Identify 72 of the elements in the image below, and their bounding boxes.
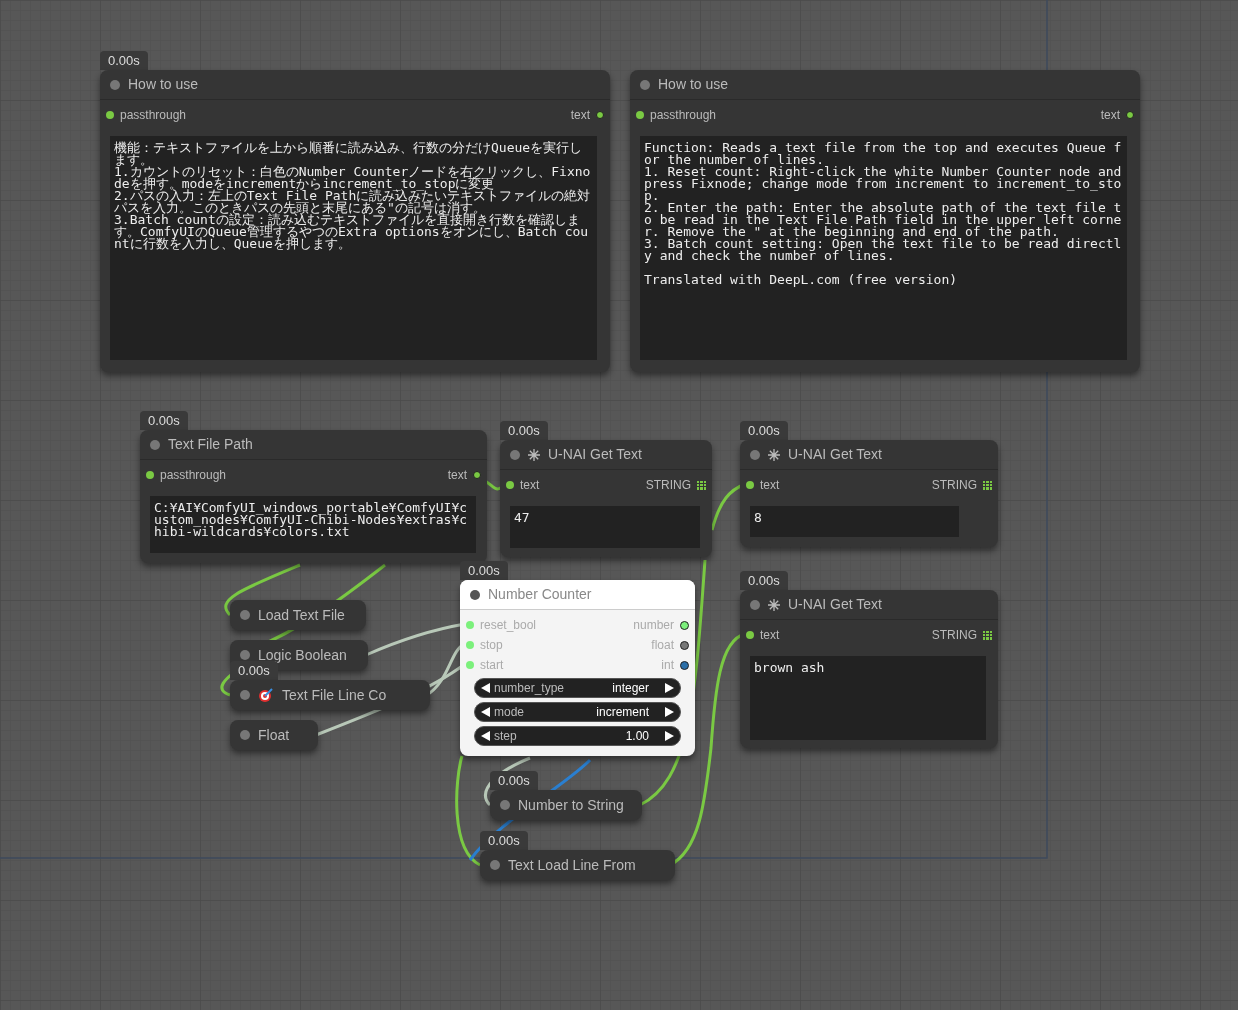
collapsed-node[interactable]: Load Text File	[230, 600, 366, 630]
timing-badge: 0.00s	[740, 421, 788, 440]
node-title: Float	[258, 725, 290, 745]
asterisk-icon	[768, 598, 780, 611]
right-arrow-icon[interactable]	[665, 731, 674, 741]
text-area[interactable]: 8	[750, 506, 959, 537]
input-label: start	[480, 657, 504, 674]
input-label: passthrough	[650, 107, 717, 124]
widget-control[interactable]: step 1.00	[474, 726, 681, 746]
collapsed-node[interactable]: Text File Line Co	[230, 680, 430, 710]
node-title: How to use	[658, 75, 729, 94]
target-icon	[258, 687, 274, 703]
node-title: Load Text File	[258, 605, 345, 625]
output-label: STRING	[931, 477, 977, 494]
node-title: Text File Path	[168, 435, 253, 454]
timing-badge: 0.00s	[480, 831, 528, 850]
node-title: U-NAI Get Text	[548, 445, 642, 464]
input-label: reset_bool	[480, 617, 537, 634]
collapsed-node[interactable]: Float	[230, 720, 318, 750]
input-label: passthrough	[160, 467, 227, 484]
input-label: stop	[480, 637, 503, 654]
timing-badge: 0.00s	[500, 421, 548, 440]
node-title: Text Load Line From	[508, 855, 636, 875]
input-label: text	[760, 477, 780, 494]
right-arrow-icon[interactable]	[665, 683, 674, 693]
widget-label: number_type	[494, 680, 565, 697]
output-label: number	[633, 617, 674, 634]
widget-control[interactable]: mode increment	[474, 702, 681, 722]
text-area[interactable]: C:¥AI¥ComfyUI_windows_portable¥ComfyUI¥custom_nodes¥ComfyUI-Chibi-Nodes¥extras¥chibi-wildcards¥colors.txt	[150, 496, 476, 553]
input-label: text	[760, 627, 780, 644]
output-label: text	[1100, 107, 1120, 124]
widget-control[interactable]: number_type integer	[474, 678, 681, 698]
widget-value: integer	[612, 680, 649, 697]
grid-icon	[983, 630, 992, 640]
widget-label: step	[494, 728, 517, 745]
right-arrow-icon[interactable]	[665, 707, 674, 717]
text-area[interactable]: brown ash	[750, 656, 986, 740]
timing-badge: 0.00s	[100, 51, 148, 70]
input-label: passthrough	[120, 107, 187, 124]
asterisk-icon	[768, 448, 780, 461]
output-label: text	[570, 107, 590, 124]
collapsed-node[interactable]: Number to String	[490, 790, 642, 820]
node-title: U-NAI Get Text	[788, 445, 882, 464]
text-area[interactable]: 47	[510, 506, 700, 548]
left-arrow-icon[interactable]	[481, 731, 490, 741]
asterisk-icon	[528, 448, 540, 461]
output-label: STRING	[931, 627, 977, 644]
text-area[interactable]: Function: Reads a text file from the top and executes Queue for the number of lines. 1. Reset count: Right-click the white Number Counter node and press Fixnode; change mode from increment to increment_to_stop. 2. Enter the path: Enter the absolute path of the text file to be read in the Text File Path field in the upper left corner. Remove the " at the beginning and end of the path. 3. Batch count setting: Open the text file to be read directly and check the number of lines. Translated with DeepL.com (free version)	[640, 136, 1127, 360]
timing-badge: 0.00s	[460, 561, 508, 580]
widget-value: increment	[596, 704, 649, 721]
grid-icon	[697, 480, 706, 490]
widget-value: 1.00	[625, 728, 649, 745]
left-arrow-icon[interactable]	[481, 683, 490, 693]
timing-badge: 0.00s	[230, 661, 278, 680]
input-label: text	[520, 477, 540, 494]
timing-badge: 0.00s	[740, 571, 788, 590]
node-title: How to use	[128, 75, 199, 94]
grid-icon	[983, 480, 992, 490]
node-title: Number to String	[518, 795, 624, 815]
output-label: STRING	[645, 477, 691, 494]
text-area[interactable]: 機能：テキストファイルを上から順番に読み込み、行数の分だけQueueを実行します。 1.カウントのリセット：白色のNumber Counterノードを右クリックし、Fixnodeを押す。modeをincrementからincrement_to_stopに変更 2.パスの入力：左上のText File Pathに読み込みたいテキストファイルの絶対パスを入力。このときパスの先頭と末尾にある"の記号は消す。 3.Batch countの設定：読み込むテキストファイルを直接開き行数を確認します。ComfyUIのQueue管理するやつのExtra optionsをオンにし、Batch countに行数を入力し、Queueを押します。	[110, 136, 597, 360]
output-label: int	[661, 657, 674, 674]
output-label: float	[651, 637, 674, 654]
collapsed-node[interactable]: Text Load Line From	[480, 850, 675, 880]
left-arrow-icon[interactable]	[481, 707, 490, 717]
timing-badge: 0.00s	[490, 771, 538, 790]
node-title: Text File Line Co	[282, 685, 387, 705]
timing-badge: 0.00s	[140, 411, 188, 430]
widget-label: mode	[494, 704, 525, 721]
node-title: U-NAI Get Text	[788, 595, 882, 614]
output-label: text	[447, 467, 467, 484]
node-title: Number Counter	[488, 585, 592, 604]
